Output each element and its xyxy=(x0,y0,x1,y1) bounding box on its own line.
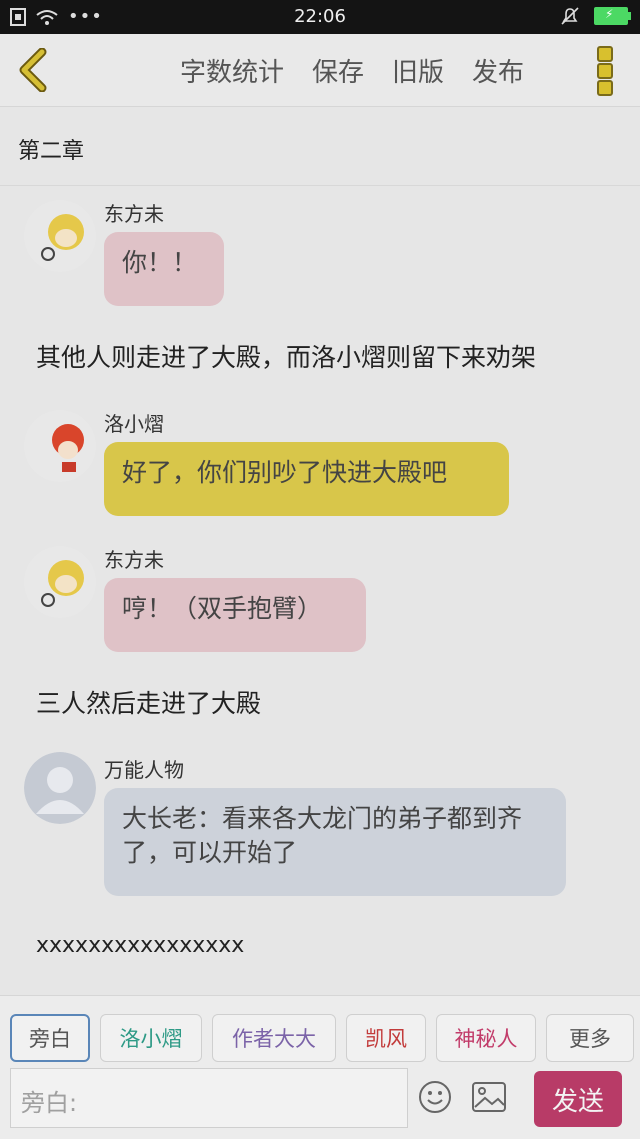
emoji-icon[interactable] xyxy=(418,1080,452,1114)
avatar-luoxiaoyi[interactable] xyxy=(24,410,96,482)
message-bubble[interactable]: 大长老：看来各大龙门的弟子都到齐了，可以开始了 xyxy=(104,788,566,896)
word-count-button[interactable]: 字数统计 xyxy=(180,52,284,89)
back-arrow-icon[interactable] xyxy=(14,48,54,92)
mute-bell-icon xyxy=(561,7,579,25)
publish-button[interactable]: 发布 xyxy=(472,52,524,89)
battery-icon: ⚡ xyxy=(594,7,631,25)
avatar-dongfangwei[interactable] xyxy=(24,546,96,618)
chip-character[interactable]: 凯风 xyxy=(346,1014,426,1062)
chip-more[interactable]: 更多 xyxy=(546,1014,634,1062)
speaker-name: 万能人物 xyxy=(104,758,184,782)
narration-text[interactable]: 其他人则走进了大殿，而洛小熠则留下来劝架 xyxy=(36,338,536,374)
chip-character[interactable]: 洛小熠 xyxy=(100,1014,202,1062)
message-input[interactable]: 旁白: xyxy=(10,1068,408,1128)
clock: 22:06 xyxy=(294,6,346,27)
chip-character[interactable]: 神秘人 xyxy=(436,1014,536,1062)
narration-text[interactable]: xxxxxxxxxxxxxxxx xyxy=(36,933,244,958)
chip-narration[interactable]: 旁白 xyxy=(10,1014,90,1062)
narration-text[interactable]: 三人然后走进了大殿 xyxy=(36,684,261,720)
speaker-name: 东方未 xyxy=(104,202,164,226)
chapter-title[interactable]: 第二章 xyxy=(0,107,640,186)
message-bubble[interactable]: 哼！（双手抱臂） xyxy=(104,578,366,652)
editor-toolbar: 字数统计 保存 旧版 发布 xyxy=(0,34,640,107)
old-version-button[interactable]: 旧版 xyxy=(392,52,444,89)
avatar-dongfangwei[interactable] xyxy=(24,200,96,272)
message-bubble[interactable]: 你！！ xyxy=(104,232,224,306)
avatar-generic-user[interactable] xyxy=(24,752,96,824)
chapter-title-text: 第二章 xyxy=(18,139,85,164)
chip-author[interactable]: 作者大大 xyxy=(212,1014,336,1062)
message-input-placeholder: 旁白: xyxy=(21,1089,78,1117)
message-bubble[interactable]: 好了，你们别吵了快进大殿吧 xyxy=(104,442,509,516)
save-button[interactable]: 保存 xyxy=(312,52,364,89)
status-bar: ••• 22:06 ⚡ xyxy=(0,0,640,34)
speaker-name: 东方未 xyxy=(104,548,164,572)
speaker-name: 洛小熠 xyxy=(104,412,164,436)
send-button[interactable]: 发送 xyxy=(534,1071,622,1127)
composer-panel: 旁白 洛小熠 作者大大 凯风 神秘人 更多 旁白: 发送 xyxy=(0,995,640,1139)
more-menu-icon[interactable] xyxy=(597,46,613,96)
image-icon[interactable] xyxy=(472,1082,506,1112)
